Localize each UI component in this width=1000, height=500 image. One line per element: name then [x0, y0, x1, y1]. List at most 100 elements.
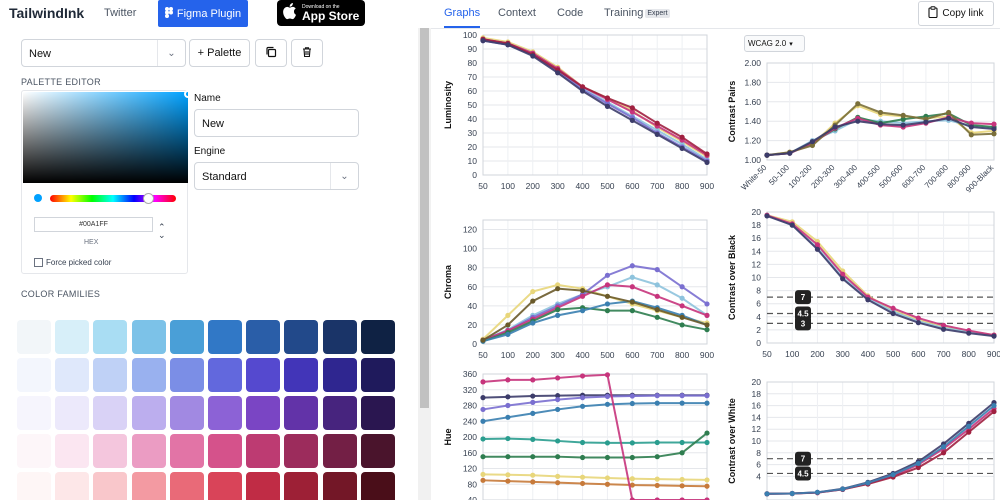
- data-point[interactable]: [789, 222, 795, 228]
- data-point[interactable]: [530, 399, 536, 405]
- data-point[interactable]: [579, 454, 586, 461]
- color-swatch[interactable]: [322, 472, 357, 500]
- color-swatch[interactable]: [93, 320, 128, 354]
- data-point[interactable]: [505, 478, 511, 484]
- figma-plugin-button[interactable]: Figma Plugin: [158, 0, 248, 27]
- data-point[interactable]: [654, 131, 660, 137]
- data-point[interactable]: [966, 423, 972, 429]
- data-point[interactable]: [991, 126, 997, 132]
- color-swatch[interactable]: [93, 434, 128, 468]
- color-swatch[interactable]: [360, 358, 395, 392]
- data-point[interactable]: [968, 132, 974, 138]
- hue-slider[interactable]: [50, 193, 176, 204]
- delete-button[interactable]: [291, 39, 323, 67]
- data-point[interactable]: [654, 482, 660, 489]
- data-point[interactable]: [915, 460, 921, 467]
- data-point[interactable]: [480, 38, 486, 44]
- data-point[interactable]: [604, 301, 611, 307]
- data-point[interactable]: [505, 312, 511, 318]
- data-point[interactable]: [704, 393, 710, 399]
- data-point[interactable]: [579, 474, 586, 480]
- data-point[interactable]: [530, 377, 536, 383]
- data-point[interactable]: [629, 299, 635, 305]
- data-point[interactable]: [764, 152, 770, 158]
- data-point[interactable]: [604, 103, 611, 109]
- twitter-link[interactable]: Twitter: [104, 7, 136, 19]
- data-point[interactable]: [579, 287, 586, 294]
- data-point[interactable]: [704, 477, 710, 483]
- color-swatch[interactable]: [131, 472, 166, 500]
- data-point[interactable]: [505, 331, 511, 338]
- data-point[interactable]: [530, 454, 536, 460]
- data-point[interactable]: [505, 42, 511, 48]
- color-swatch[interactable]: [17, 396, 51, 430]
- data-point[interactable]: [505, 322, 511, 328]
- data-point[interactable]: [946, 109, 952, 116]
- data-point[interactable]: [629, 400, 635, 407]
- data-point[interactable]: [505, 402, 511, 409]
- data-point[interactable]: [654, 267, 660, 273]
- hex-input[interactable]: #00A1FF: [34, 217, 153, 232]
- data-point[interactable]: [809, 138, 815, 145]
- data-point[interactable]: [555, 307, 561, 313]
- data-point[interactable]: [764, 491, 770, 497]
- data-point[interactable]: [865, 297, 871, 303]
- data-point[interactable]: [555, 396, 561, 403]
- hue-slider-handle[interactable]: [142, 193, 154, 204]
- data-point[interactable]: [991, 408, 997, 415]
- data-point[interactable]: [679, 295, 685, 301]
- color-swatch[interactable]: [169, 434, 204, 468]
- data-point[interactable]: [915, 315, 921, 321]
- color-swatch[interactable]: [17, 434, 51, 468]
- color-swatch[interactable]: [322, 396, 357, 430]
- data-point[interactable]: [604, 475, 611, 481]
- data-point[interactable]: [604, 393, 611, 400]
- data-point[interactable]: [991, 403, 997, 409]
- color-swatch[interactable]: [246, 472, 281, 500]
- data-point[interactable]: [940, 326, 947, 332]
- data-point[interactable]: [530, 410, 536, 416]
- data-point[interactable]: [555, 312, 561, 318]
- data-point[interactable]: [579, 439, 586, 446]
- data-point[interactable]: [968, 124, 974, 130]
- data-point[interactable]: [604, 293, 611, 299]
- data-point[interactable]: [505, 454, 511, 460]
- data-point[interactable]: [604, 95, 611, 101]
- data-point[interactable]: [505, 394, 511, 400]
- color-swatch[interactable]: [17, 358, 51, 392]
- data-point[interactable]: [505, 472, 511, 478]
- color-swatch[interactable]: [284, 358, 319, 392]
- data-point[interactable]: [654, 400, 660, 406]
- data-point[interactable]: [604, 372, 611, 378]
- color-swatch[interactable]: [17, 320, 51, 354]
- data-point[interactable]: [505, 377, 511, 383]
- data-point[interactable]: [480, 471, 486, 478]
- data-point[interactable]: [654, 393, 660, 399]
- color-swatch[interactable]: [246, 320, 281, 354]
- data-point[interactable]: [679, 476, 685, 483]
- data-point[interactable]: [966, 429, 972, 435]
- color-swatch[interactable]: [17, 472, 51, 500]
- data-point[interactable]: [530, 472, 536, 478]
- data-point[interactable]: [900, 112, 906, 118]
- data-point[interactable]: [923, 119, 929, 125]
- data-point[interactable]: [555, 473, 561, 479]
- data-point[interactable]: [629, 308, 635, 314]
- data-point[interactable]: [679, 483, 685, 489]
- force-picked-color-toggle[interactable]: Force picked color: [34, 258, 111, 267]
- data-point[interactable]: [704, 327, 710, 333]
- data-point[interactable]: [604, 440, 611, 446]
- color-swatch[interactable]: [55, 472, 90, 500]
- color-swatch[interactable]: [360, 396, 395, 430]
- data-point[interactable]: [555, 454, 561, 460]
- add-palette-button[interactable]: + Palette: [189, 39, 250, 67]
- data-point[interactable]: [704, 151, 710, 157]
- color-swatch[interactable]: [322, 358, 357, 392]
- data-point[interactable]: [604, 272, 611, 278]
- color-swatch[interactable]: [246, 396, 281, 430]
- data-point[interactable]: [604, 401, 611, 407]
- data-point[interactable]: [654, 454, 660, 460]
- data-point[interactable]: [877, 109, 884, 116]
- data-point[interactable]: [890, 310, 896, 317]
- data-point[interactable]: [555, 480, 561, 486]
